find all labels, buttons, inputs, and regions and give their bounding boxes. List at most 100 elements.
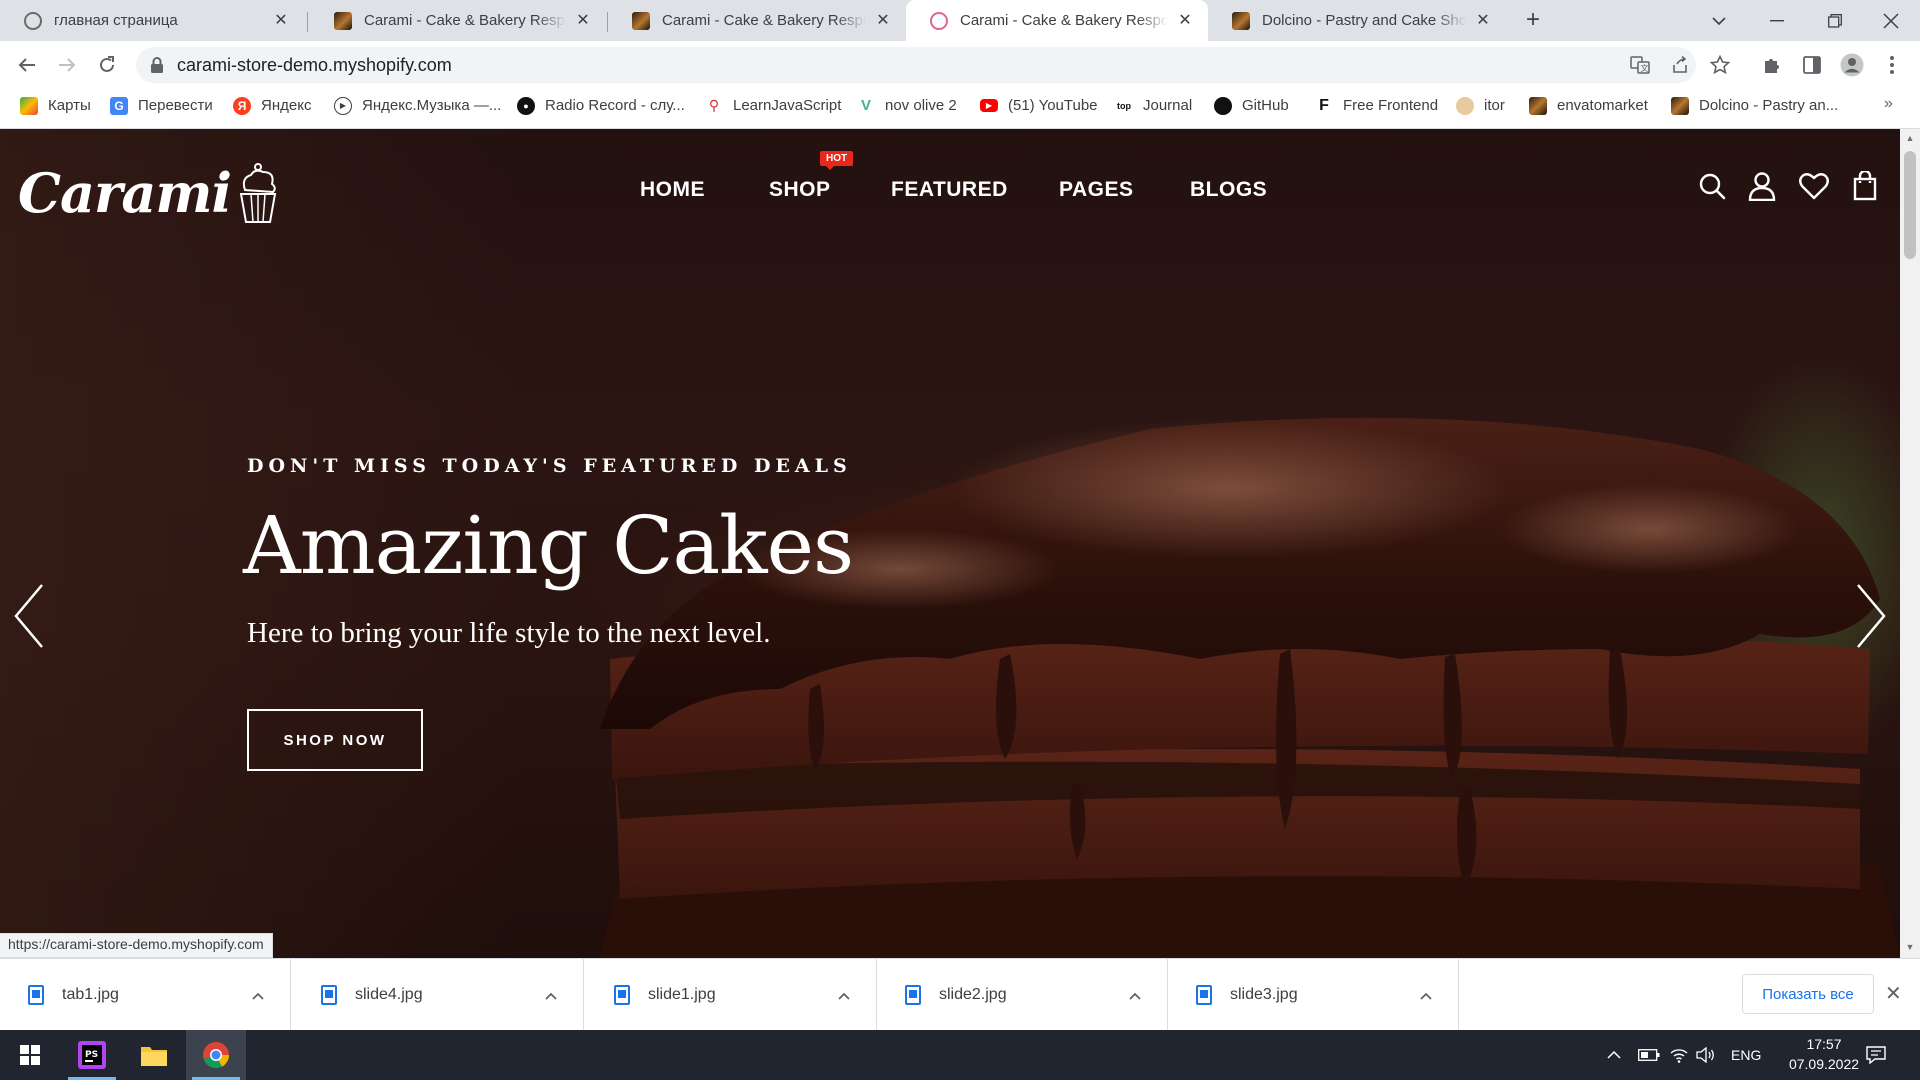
wifi-icon[interactable] xyxy=(1670,1030,1688,1080)
keyboard-language[interactable]: ENG xyxy=(1731,1030,1761,1080)
profile-avatar-icon[interactable] xyxy=(1838,51,1866,79)
nav-pages[interactable]: PAGES xyxy=(1059,178,1133,202)
scroll-up-arrow-icon[interactable]: ▲ xyxy=(1905,133,1915,143)
tab-close-icon[interactable]: ✕ xyxy=(1474,12,1492,30)
search-icon[interactable] xyxy=(1695,169,1729,203)
tray-overflow-chevron-icon[interactable] xyxy=(1607,1030,1621,1080)
battery-icon[interactable] xyxy=(1638,1030,1660,1080)
bookmark-label: Journal xyxy=(1143,97,1193,114)
extensions-puzzle-icon[interactable] xyxy=(1758,51,1786,79)
bookmarks-overflow-chevron[interactable]: » xyxy=(1884,95,1893,113)
site-logo[interactable]: Carami xyxy=(18,161,281,225)
tab-title: Carami - Cake & Bakery Responsive xyxy=(960,12,1168,29)
bookmark-label: GitHub xyxy=(1242,97,1289,114)
page-scrollbar[interactable]: ▲ ▼ xyxy=(1900,129,1920,958)
download-item[interactable]: slide3.jpg xyxy=(1168,959,1459,1031)
bookmark-journal[interactable]: top Journal xyxy=(1115,89,1192,122)
hero-title: Amazing Cakes xyxy=(243,499,854,592)
bookmark-label: Dolcino - Pastry an... xyxy=(1699,97,1839,114)
image-file-icon xyxy=(614,985,630,1005)
browser-menu-icon[interactable] xyxy=(1878,51,1906,79)
bookmark-github[interactable]: GitHub xyxy=(1214,89,1289,122)
download-item[interactable]: slide1.jpg xyxy=(586,959,877,1031)
wishlist-heart-icon[interactable] xyxy=(1797,169,1831,203)
shop-now-button[interactable]: SHOP NOW xyxy=(247,709,423,771)
browser-tab[interactable]: главная страница ✕ xyxy=(0,0,304,41)
chevron-up-icon[interactable] xyxy=(1129,987,1141,1003)
close-download-shelf-icon[interactable]: ✕ xyxy=(1885,981,1902,1006)
bookmark-envatomarket[interactable]: envatomarket xyxy=(1529,89,1648,122)
new-tab-button[interactable]: + xyxy=(1519,7,1547,35)
image-file-icon xyxy=(28,985,44,1005)
download-item[interactable]: slide2.jpg xyxy=(877,959,1168,1031)
chrome-icon[interactable] xyxy=(186,1030,246,1080)
bookmark-star-icon[interactable] xyxy=(1710,55,1730,75)
download-item[interactable]: tab1.jpg xyxy=(0,959,291,1031)
image-file-icon xyxy=(1196,985,1212,1005)
browser-tab[interactable]: Carami - Cake & Bakery Responsive ✕ xyxy=(310,0,606,41)
chevron-up-icon[interactable] xyxy=(252,987,264,1003)
volume-icon[interactable] xyxy=(1696,1030,1716,1080)
address-bar[interactable]: carami-store-demo.myshopify.com 文 xyxy=(136,47,1730,83)
reload-button[interactable] xyxy=(93,51,121,79)
back-button[interactable] xyxy=(13,51,41,79)
notifications-icon[interactable] xyxy=(1866,1030,1886,1080)
browser-tab-active[interactable]: Carami - Cake & Bakery Responsive ✕ xyxy=(906,0,1208,41)
download-item[interactable]: slide4.jpg xyxy=(293,959,584,1031)
close-window-button[interactable] xyxy=(1862,0,1920,41)
chevron-up-icon[interactable] xyxy=(838,987,850,1003)
browser-tab[interactable]: Carami - Cake & Bakery Responsive ✕ xyxy=(608,0,906,41)
nav-blogs[interactable]: BLOGS xyxy=(1190,178,1267,202)
bookmark-label: itor xyxy=(1484,97,1505,114)
slider-next-arrow-icon[interactable] xyxy=(1850,581,1890,651)
bookmark-free-frontend[interactable]: F Free Frontend xyxy=(1315,89,1438,122)
bookmark-translate[interactable]: G Перевести xyxy=(110,89,213,122)
bookmark-learnjs[interactable]: ⚲ LearnJavaScript xyxy=(705,89,842,122)
bookmark-label: nov olive 2 xyxy=(885,97,957,114)
side-panel-icon[interactable] xyxy=(1798,51,1826,79)
clock-date[interactable]: 07.09.2022 xyxy=(1776,1056,1872,1072)
site-header: Carami HOME SHOP HOT FEATURED PAGES BLOG… xyxy=(0,129,1900,239)
tab-search-chevron-icon[interactable] xyxy=(1690,0,1748,41)
tab-close-icon[interactable]: ✕ xyxy=(272,12,290,30)
scroll-down-arrow-icon[interactable]: ▼ xyxy=(1905,942,1915,952)
bookmark-itor[interactable]: itor xyxy=(1456,89,1505,122)
chevron-up-icon[interactable] xyxy=(545,987,557,1003)
account-icon[interactable] xyxy=(1745,169,1779,203)
chevron-up-icon[interactable] xyxy=(1420,987,1432,1003)
scrollbar-thumb[interactable] xyxy=(1904,151,1916,259)
show-all-downloads-button[interactable]: Показать все xyxy=(1742,974,1874,1014)
download-shelf: tab1.jpg slide4.jpg slide1.jpg slide2.jp… xyxy=(0,958,1920,1031)
nav-home[interactable]: HOME xyxy=(640,178,705,202)
bookmark-label: Яндекс.Музыка —... xyxy=(362,97,502,114)
nav-shop[interactable]: SHOP xyxy=(769,178,831,202)
bookmark-nov-olive[interactable]: V nov olive 2 xyxy=(857,89,957,122)
status-bar-url: https://carami-store-demo.myshopify.com xyxy=(0,933,273,958)
clock-time[interactable]: 17:57 xyxy=(1794,1036,1854,1052)
file-explorer-icon[interactable] xyxy=(124,1030,184,1080)
cart-bag-icon[interactable] xyxy=(1848,169,1882,203)
share-icon[interactable] xyxy=(1670,55,1690,75)
slider-prev-arrow-icon[interactable] xyxy=(10,581,50,651)
bookmark-dolcino[interactable]: Dolcino - Pastry an... xyxy=(1671,89,1838,122)
start-icon[interactable] xyxy=(0,1030,60,1080)
bookmark-youtube[interactable]: ▶ (51) YouTube xyxy=(980,89,1098,122)
translate-page-icon[interactable]: 文 xyxy=(1630,55,1650,75)
bookmark-maps[interactable]: Карты xyxy=(20,89,91,122)
minimize-button[interactable] xyxy=(1748,0,1806,41)
tab-title: главная страница xyxy=(54,12,178,29)
forward-button[interactable] xyxy=(53,51,81,79)
bookmark-radio-record[interactable]: ● Radio Record - слу... xyxy=(517,89,685,122)
image-file-icon xyxy=(321,985,337,1005)
tab-close-icon[interactable]: ✕ xyxy=(1176,12,1194,30)
restore-button[interactable] xyxy=(1806,0,1864,41)
phpstorm-icon[interactable]: PS xyxy=(62,1030,122,1080)
nav-featured[interactable]: FEATURED xyxy=(891,178,1008,202)
browser-tab[interactable]: Dolcino - Pastry and Cake Shop T ✕ xyxy=(1208,0,1506,41)
bookmark-yandex[interactable]: Я Яндекс xyxy=(233,89,311,122)
bookmark-yandex-music[interactable]: ▶ Яндекс.Музыка —... xyxy=(334,89,501,122)
tab-close-icon[interactable]: ✕ xyxy=(874,12,892,30)
url-text[interactable]: carami-store-demo.myshopify.com xyxy=(177,55,452,76)
tab-close-icon[interactable]: ✕ xyxy=(574,12,592,30)
bookmarks-bar: Карты G Перевести Я Яндекс ▶ Яндекс.Музы… xyxy=(0,89,1920,129)
